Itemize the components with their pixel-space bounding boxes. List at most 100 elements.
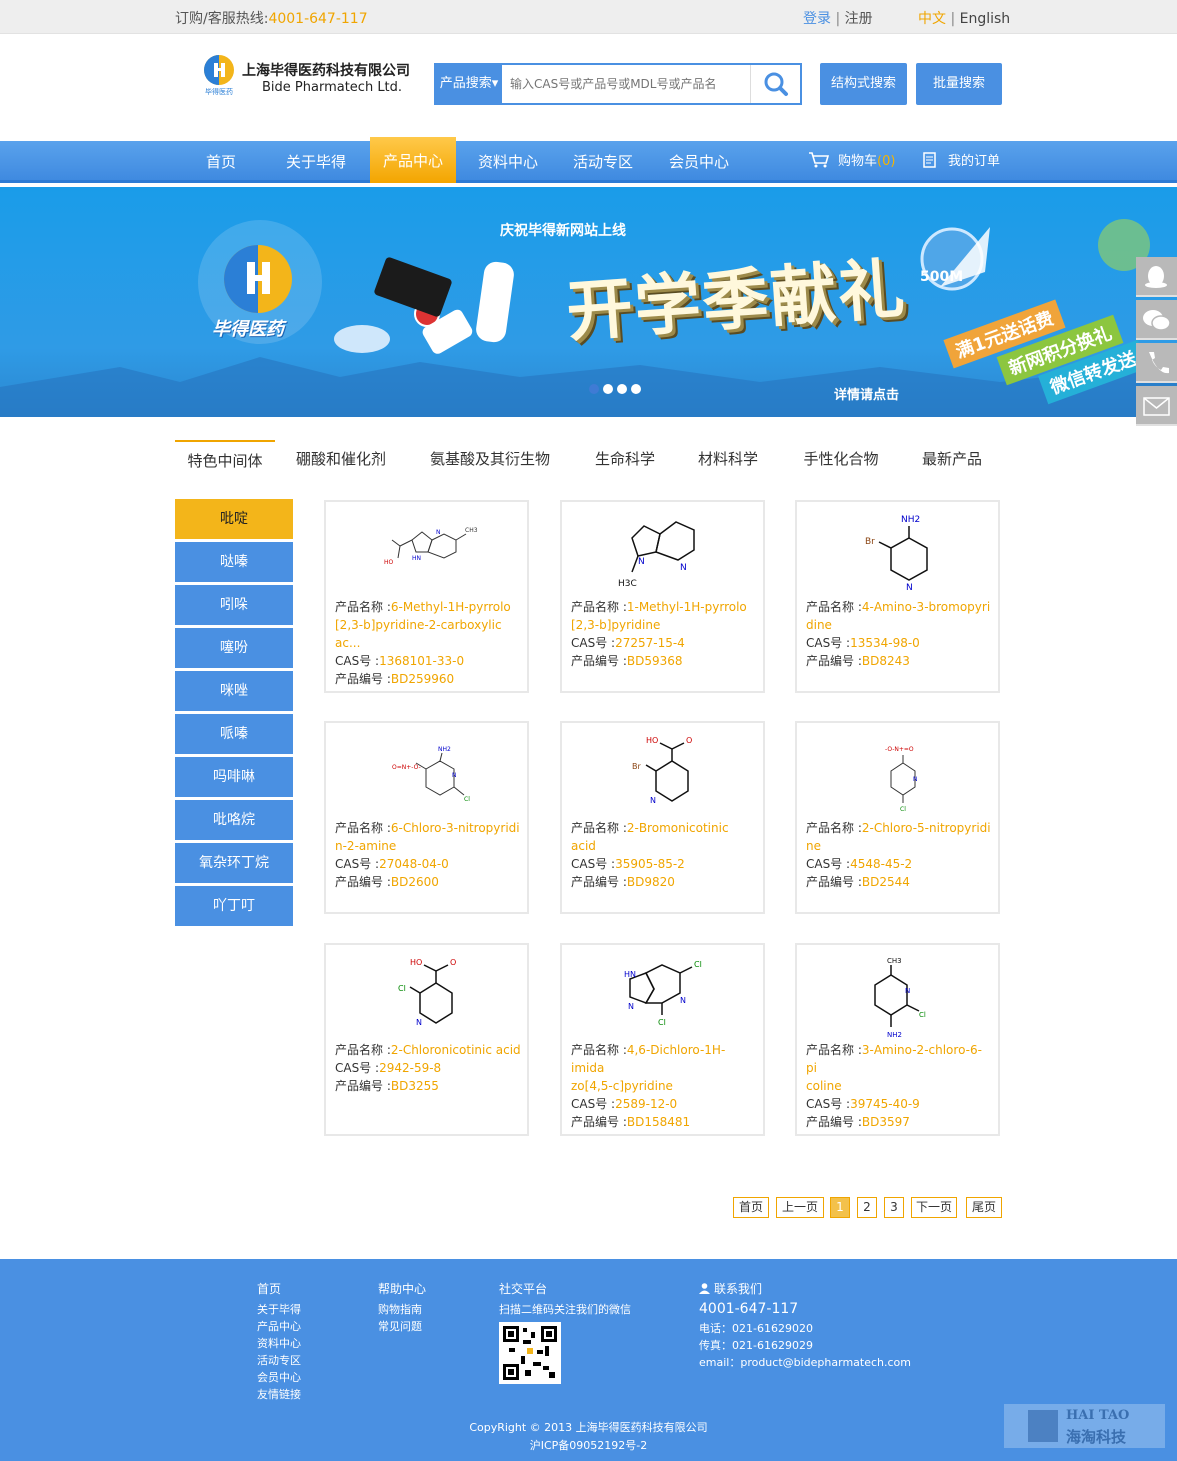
footer-email[interactable]: email：product@bidepharmatech.com <box>699 1354 911 1371</box>
nav-item-home[interactable]: 首页 <box>185 141 257 183</box>
label-name: 产品名称 : <box>335 1043 391 1057</box>
site-logo[interactable]: 毕得医药 上海毕得医药科技有限公司 Bide Pharmatech Ltd. <box>200 50 420 100</box>
product-name-cont[interactable]: dine <box>806 616 992 634</box>
side-item-piperazine[interactable]: 哌嗪 <box>175 714 293 754</box>
promo-banner[interactable]: 庆祝毕得新网站上线 毕得医药 开学季献礼 500M 满1元送话费 新网积分换礼 … <box>0 187 1177 417</box>
product-card[interactable]: -O-N+=O N Cl 产品名称 :2-Chloro-5-nitropyrid… <box>795 721 1000 914</box>
tab-life-science[interactable]: 生命科学 <box>585 440 665 480</box>
nav-item-resources[interactable]: 资料中心 <box>472 141 544 183</box>
qq-float-button[interactable] <box>1136 257 1177 297</box>
footer-link-faq[interactable]: 常见问题 <box>378 1318 426 1335</box>
batch-search-button[interactable]: 批量搜索 <box>916 63 1002 105</box>
product-name[interactable]: 4-Amino-3-bromopyri <box>862 600 990 614</box>
side-item-oxetane[interactable]: 氧杂环丁烷 <box>175 843 293 883</box>
product-card[interactable]: HN N N Cl Cl 产品名称 :4,6-Dichloro-1H-imida… <box>560 943 765 1136</box>
page-first-button[interactable]: 首页 <box>733 1197 769 1218</box>
label-cas: CAS号 : <box>335 654 380 668</box>
tab-boronic-acids[interactable]: 硼酸和催化剂 <box>285 440 397 480</box>
email-float-button[interactable] <box>1136 386 1177 426</box>
nav-item-events[interactable]: 活动专区 <box>567 141 639 183</box>
product-card[interactable]: HO O Br N 产品名称 :2-Bromonicotinic acid CA… <box>560 721 765 914</box>
cart-count: (0) <box>877 154 896 169</box>
tab-materials-science[interactable]: 材料科学 <box>688 440 768 480</box>
product-name[interactable]: 1-Methyl-1H-pyrrolo <box>627 600 747 614</box>
footer-col-social: 社交平台 扫描二维码关注我们的微信 <box>499 1281 631 1318</box>
side-item-azetidine[interactable]: 吖丁叮 <box>175 886 293 926</box>
page-number-2[interactable]: 2 <box>857 1197 877 1218</box>
footer-phone: 4001-647-117 <box>699 1301 799 1317</box>
banner-details-link[interactable]: 详情请点击 <box>834 384 899 403</box>
footer-link-guide[interactable]: 购物指南 <box>378 1301 426 1318</box>
side-item-pyridazine[interactable]: 哒嗪 <box>175 542 293 582</box>
footer-link-friends[interactable]: 友情链接 <box>257 1386 301 1403</box>
footer-link-resources[interactable]: 资料中心 <box>257 1335 301 1352</box>
label-cas: CAS号 : <box>571 1097 616 1111</box>
product-name[interactable]: 6-Methyl-1H-pyrrolo <box>391 600 511 614</box>
label-name: 产品名称 : <box>335 600 391 614</box>
footer-link-events[interactable]: 活动专区 <box>257 1352 301 1369</box>
product-name-cont[interactable]: coline <box>806 1077 992 1095</box>
search-category-dropdown[interactable]: 产品搜索▾ <box>436 65 502 103</box>
nav-item-about[interactable]: 关于毕得 <box>280 141 352 183</box>
phone-float-button[interactable] <box>1136 343 1177 383</box>
product-name[interactable]: 6-Chloro-3-nitropyridi <box>391 821 520 835</box>
search-bar: 产品搜索▾ <box>434 63 802 105</box>
nav-item-members[interactable]: 会员中心 <box>663 141 735 183</box>
slide-dot[interactable] <box>617 384 627 394</box>
product-name[interactable]: 2-Chloro-5-nitropyridi <box>862 821 991 835</box>
page-next-button[interactable]: 下一页 <box>911 1197 957 1218</box>
footer-link-home[interactable]: 首页 <box>257 1281 301 1298</box>
molecule-structure-image: HN N N Cl Cl <box>624 960 702 1027</box>
page-number-1[interactable]: 1 <box>830 1197 850 1218</box>
product-card[interactable]: CH3 N Cl NH2 产品名称 :3-Amino-2-chloro-6-pi… <box>795 943 1000 1136</box>
page-last-button[interactable]: 尾页 <box>966 1197 1002 1218</box>
product-name-cont[interactable]: [2,3-b]pyridine-2-carboxylic ac... <box>335 616 521 652</box>
side-item-imidazole[interactable]: 咪唑 <box>175 671 293 711</box>
structure-search-button[interactable]: 结构式搜索 <box>820 63 907 105</box>
product-card[interactable]: NH2 O=N+-O- N Cl 产品名称 :6-Chloro-3-nitrop… <box>324 721 529 914</box>
product-name-cont[interactable]: zo[4,5-c]pyridine <box>571 1077 757 1095</box>
lang-cn-link[interactable]: 中文 <box>918 11 946 27</box>
product-card[interactable]: HO O Cl N 产品名称 :2-Chloronicotinic acid C… <box>324 943 529 1136</box>
label-cas: CAS号 : <box>806 1097 851 1111</box>
slide-dot[interactable] <box>603 384 613 394</box>
svg-text:O: O <box>686 736 692 745</box>
slide-dot[interactable] <box>631 384 641 394</box>
tab-amino-acids[interactable]: 氨基酸及其衍生物 <box>422 440 558 480</box>
my-orders-link[interactable]: 我的订单 <box>922 141 1000 183</box>
product-card[interactable]: N N H3C 产品名称 :1-Methyl-1H-pyrrolo [2,3-b… <box>560 500 765 693</box>
search-input[interactable] <box>502 65 750 103</box>
side-item-morpholine[interactable]: 吗啡啉 <box>175 757 293 797</box>
page-prev-button[interactable]: 上一页 <box>776 1197 824 1218</box>
product-card[interactable]: NH2 Br N 产品名称 :4-Amino-3-bromopyri dine … <box>795 500 1000 693</box>
tab-new-products[interactable]: 最新产品 <box>912 440 992 480</box>
product-card[interactable]: CH3 HO HN N 产品名称 :6-Methyl-1H-pyrrolo [2… <box>324 500 529 693</box>
page-number-3[interactable]: 3 <box>884 1197 904 1218</box>
register-link[interactable]: 注册 <box>845 11 873 27</box>
tab-chiral-compounds[interactable]: 手性化合物 <box>793 440 889 480</box>
footer-link-members[interactable]: 会员中心 <box>257 1369 301 1386</box>
hotline: 订购/客服热线:4001-647-117 <box>175 8 368 28</box>
side-item-pyrrolidine[interactable]: 吡咯烷 <box>175 800 293 840</box>
side-item-pyridine[interactable]: 吡啶 <box>175 499 293 539</box>
label-name: 产品名称 : <box>806 600 862 614</box>
product-code: BD9820 <box>626 875 675 889</box>
wechat-float-button[interactable] <box>1136 300 1177 340</box>
tab-featured-intermediates[interactable]: 特色中间体 <box>175 440 275 480</box>
side-item-thiophene[interactable]: 噻吩 <box>175 628 293 668</box>
footer-link-about[interactable]: 关于毕得 <box>257 1301 301 1318</box>
slide-dot[interactable] <box>589 384 599 394</box>
footer: 首页 关于毕得 产品中心 资料中心 活动专区 会员中心 友情链接 帮助中心 购物… <box>0 1259 1177 1461</box>
company-name-en: Bide Pharmatech Ltd. <box>262 80 403 95</box>
nav-item-products[interactable]: 产品中心 <box>370 137 456 183</box>
search-button[interactable] <box>750 65 800 103</box>
product-name-cont[interactable]: ne <box>806 837 992 855</box>
product-name-cont[interactable]: n-2-amine <box>335 837 521 855</box>
cart-link[interactable]: 购物车(0) <box>808 141 895 183</box>
side-item-indole[interactable]: 吲哚 <box>175 585 293 625</box>
product-name[interactable]: 2-Chloronicotinic acid <box>391 1043 521 1057</box>
lang-en-link[interactable]: English <box>960 11 1011 27</box>
footer-link-products[interactable]: 产品中心 <box>257 1318 301 1335</box>
product-name-cont[interactable]: [2,3-b]pyridine <box>571 616 757 634</box>
login-link[interactable]: 登录 <box>803 11 831 27</box>
